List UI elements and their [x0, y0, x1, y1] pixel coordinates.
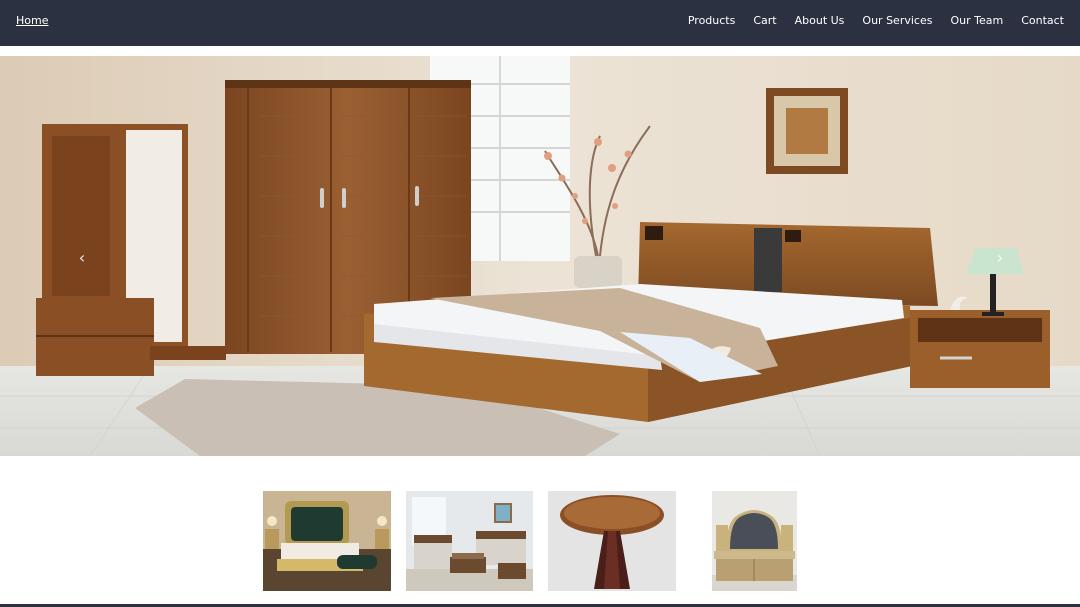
chevron-right-icon: ›: [996, 248, 1004, 267]
thumbnail-round-table[interactable]: [548, 491, 676, 591]
hero-carousel: ‹ ›: [0, 56, 1080, 456]
carousel-prev-button[interactable]: ‹: [70, 246, 94, 270]
nav-our-services[interactable]: Our Services: [862, 14, 932, 27]
thumbnail-dressing-table[interactable]: [712, 491, 797, 591]
nav-links: Products Cart About Us Our Services Our …: [688, 14, 1064, 27]
nav-our-team[interactable]: Our Team: [950, 14, 1003, 27]
nav-contact[interactable]: Contact: [1021, 14, 1064, 27]
nav-home[interactable]: Home: [16, 14, 48, 27]
nav-about-us[interactable]: About Us: [795, 14, 845, 27]
hero-bedroom-image: [0, 56, 1080, 456]
chevron-left-icon: ‹: [78, 248, 86, 267]
thumbnail-living-room-sofas[interactable]: [406, 491, 533, 591]
nav-products[interactable]: Products: [688, 14, 736, 27]
thumbnail-bedroom-set[interactable]: [263, 491, 391, 591]
carousel-next-button[interactable]: ›: [988, 246, 1012, 270]
top-navbar: Home Products Cart About Us Our Services…: [0, 0, 1080, 46]
nav-cart[interactable]: Cart: [753, 14, 776, 27]
